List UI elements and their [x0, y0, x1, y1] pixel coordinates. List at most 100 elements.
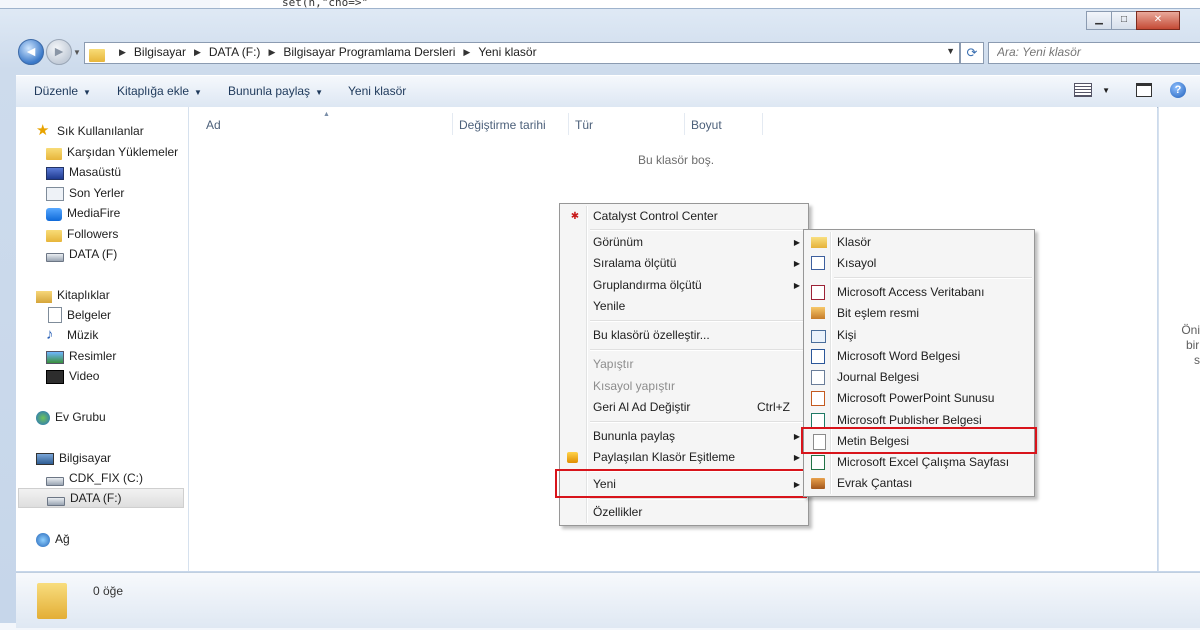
- breadcrumb-item[interactable]: Bilgisayar Programlama Dersleri: [283, 45, 455, 59]
- menu-item-label: Catalyst Control Center: [593, 209, 718, 223]
- sidebar-item-documents[interactable]: Belgeler: [46, 305, 111, 325]
- address-bar[interactable]: ▶ Bilgisayar ▶ DATA (F:) ▶ Bilgisayar Pr…: [84, 42, 960, 64]
- search-box[interactable]: [988, 42, 1200, 64]
- submenu-item-powerpoint[interactable]: Microsoft PowerPoint Sunusu: [806, 388, 1032, 409]
- excel-icon: [811, 455, 825, 470]
- submenu-item-bitmap[interactable]: Bit eşlem resmi: [806, 303, 1032, 324]
- sidebar-item-downloads[interactable]: Karşıdan Yüklemeler: [46, 142, 178, 162]
- music-note-icon: ♪: [46, 326, 54, 343]
- sidebar-item-data-drive-favorite[interactable]: DATA (F): [46, 244, 117, 264]
- chevron-right-icon[interactable]: ▶: [268, 47, 275, 58]
- submenu-item-shortcut[interactable]: Kısayol: [806, 253, 1032, 274]
- search-input[interactable]: [989, 43, 1187, 61]
- briefcase-icon: [811, 478, 825, 489]
- sidebar-item-videos[interactable]: Video: [46, 366, 99, 386]
- minimize-button[interactable]: ▁: [1086, 11, 1112, 30]
- sidebar-item-mediafire[interactable]: MediaFire: [46, 203, 120, 223]
- menu-item-group-by[interactable]: Gruplandırma ölçütü ▶: [562, 275, 806, 296]
- column-header-type[interactable]: Tür: [575, 118, 593, 132]
- menu-item-view[interactable]: Görünüm ▶: [562, 232, 806, 253]
- shortcut-icon: [811, 256, 825, 270]
- breadcrumb: ▶ Bilgisayar ▶ DATA (F:) ▶ Bilgisayar Pr…: [111, 45, 537, 59]
- menu-item-label: Gruplandırma ölçütü: [593, 278, 702, 292]
- sidebar-item-label: Resimler: [69, 349, 117, 363]
- close-button[interactable]: ✕: [1136, 11, 1180, 30]
- column-header-name[interactable]: Ad: [206, 118, 221, 132]
- sidebar-item-desktop[interactable]: Masaüstü: [46, 162, 121, 182]
- powerpoint-icon: [811, 391, 825, 406]
- chevron-right-icon[interactable]: ▶: [119, 47, 126, 58]
- chevron-down-icon[interactable]: ▼: [946, 46, 955, 56]
- new-folder-button[interactable]: Yeni klasör: [348, 84, 406, 98]
- submenu-item-folder[interactable]: Klasör: [806, 232, 1032, 253]
- sidebar-item-c-drive[interactable]: CDK_FIX (C:): [46, 468, 143, 488]
- folder-icon: [811, 237, 827, 248]
- refresh-button[interactable]: ⟳: [960, 42, 984, 64]
- sidebar-item-computer[interactable]: Bilgisayar: [36, 448, 111, 468]
- chevron-right-icon[interactable]: ▶: [194, 47, 201, 58]
- menu-item-label: Bit eşlem resmi: [837, 306, 920, 320]
- forward-arrow-icon[interactable]: ►: [46, 39, 72, 65]
- change-view-icon[interactable]: [1074, 83, 1093, 97]
- preview-line: seçin: [1193, 353, 1200, 367]
- include-in-library-button[interactable]: Kitaplığa ekle ▼: [117, 84, 202, 98]
- menu-item-share-with[interactable]: Bununla paylaş ▶: [562, 426, 806, 447]
- publisher-icon: [811, 413, 825, 428]
- submenu-arrow-icon: ▶: [793, 238, 800, 247]
- sidebar-item-homegroup[interactable]: Ev Grubu: [36, 407, 106, 427]
- help-icon[interactable]: ?: [1170, 82, 1186, 98]
- journal-icon: [811, 370, 825, 385]
- submenu-item-journal[interactable]: Journal Belgesi: [806, 367, 1032, 388]
- menu-item-label: Microsoft Access Veritabanı: [837, 285, 985, 299]
- toolbar-right-icons: ▼ ?: [1074, 82, 1186, 98]
- menu-separator: [590, 498, 806, 500]
- column-divider[interactable]: [684, 113, 685, 135]
- breadcrumb-item[interactable]: Bilgisayar: [134, 45, 186, 59]
- menu-item-undo-rename[interactable]: Geri Al Ad Değiştir Ctrl+Z: [562, 397, 806, 418]
- sidebar-item-label: Karşıdan Yüklemeler: [67, 145, 179, 159]
- menu-item-catalyst[interactable]: ✱ Catalyst Control Center: [562, 206, 806, 227]
- menu-item-customize[interactable]: Bu klasörü özelleştir...: [562, 325, 806, 346]
- computer-icon: [36, 453, 54, 465]
- sidebar-item-label: Sık Kullanılanlar: [57, 124, 144, 138]
- menu-item-properties[interactable]: Özellikler: [562, 502, 806, 523]
- chevron-right-icon[interactable]: ▶: [463, 47, 470, 58]
- mediafire-icon: [46, 207, 62, 221]
- chevron-down-icon[interactable]: ▼: [1102, 86, 1110, 95]
- sidebar-item-pictures[interactable]: Resimler: [46, 346, 116, 366]
- menu-item-label: Kısayol yapıştır: [593, 379, 676, 393]
- recent-pages-dropdown-icon[interactable]: ▼: [73, 48, 81, 57]
- organize-button[interactable]: Düzenle ▼: [34, 84, 91, 98]
- submenu-item-word[interactable]: Microsoft Word Belgesi: [806, 346, 1032, 367]
- menu-item-label: Sıralama ölçütü: [593, 256, 677, 270]
- sidebar-item-network[interactable]: Ağ: [36, 529, 70, 549]
- menu-item-shared-folder-sync[interactable]: Paylaşılan Klasör Eşitleme ▶: [562, 447, 806, 468]
- back-arrow-icon[interactable]: ◄: [18, 39, 44, 65]
- menu-separator: [590, 229, 806, 231]
- menu-item-refresh[interactable]: Yenile: [562, 296, 806, 317]
- submenu-item-contact[interactable]: Kişi: [806, 325, 1032, 346]
- sidebar-item-favorites[interactable]: ★ Sık Kullanılanlar: [36, 121, 144, 141]
- menu-separator: [834, 277, 1032, 279]
- sidebar-item-recent-places[interactable]: Son Yerler: [46, 183, 124, 203]
- submenu-item-access[interactable]: Microsoft Access Veritabanı: [806, 282, 1032, 303]
- share-with-button[interactable]: Bununla paylaş ▼: [228, 84, 323, 98]
- column-divider[interactable]: [762, 113, 763, 135]
- sidebar-item-libraries[interactable]: Kitaplıklar: [36, 285, 110, 305]
- maximize-button[interactable]: □: [1111, 11, 1137, 30]
- column-divider[interactable]: [568, 113, 569, 135]
- menu-item-label: Evrak Çantası: [837, 476, 913, 490]
- submenu-item-excel[interactable]: Microsoft Excel Çalışma Sayfası: [806, 452, 1032, 473]
- submenu-item-briefcase[interactable]: Evrak Çantası: [806, 473, 1032, 494]
- column-header-size[interactable]: Boyut: [691, 118, 722, 132]
- sidebar-item-data-drive[interactable]: DATA (F:): [18, 488, 184, 508]
- breadcrumb-item[interactable]: Yeni klasör: [478, 45, 536, 59]
- preview-pane-icon[interactable]: [1136, 83, 1152, 97]
- menu-item-sort-by[interactable]: Sıralama ölçütü ▶: [562, 253, 806, 274]
- column-header-date-modified[interactable]: Değiştirme tarihi: [459, 118, 546, 132]
- breadcrumb-item[interactable]: DATA (F:): [209, 45, 261, 59]
- column-divider[interactable]: [452, 113, 453, 135]
- sidebar-item-followers[interactable]: Followers: [46, 224, 118, 244]
- highlight-box-text-document: [801, 427, 1037, 454]
- sidebar-item-music[interactable]: ♪ Müzik: [46, 325, 98, 345]
